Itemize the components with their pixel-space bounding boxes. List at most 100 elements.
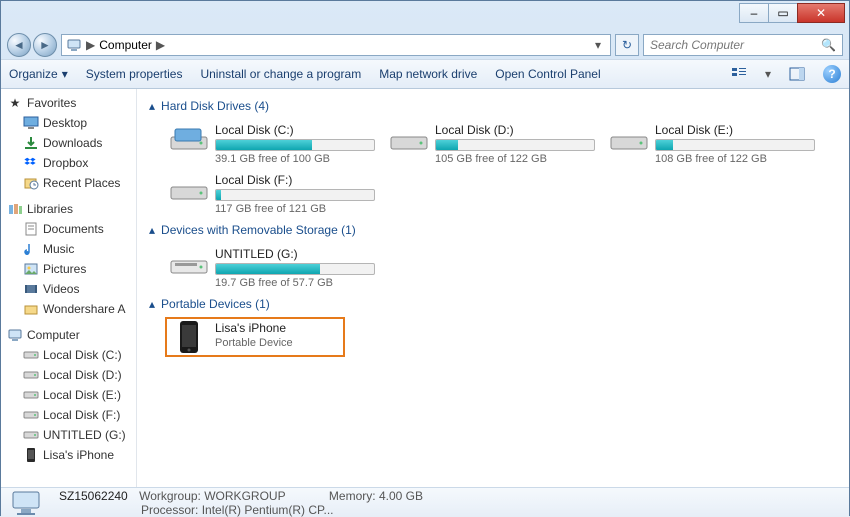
view-options-button[interactable]	[731, 66, 747, 82]
sidebar-item-drive-d[interactable]: Local Disk (D:)	[1, 365, 136, 385]
sidebar-item-documents[interactable]: Documents	[1, 219, 136, 239]
status-details: SZ15062240 Workgroup: WORKGROUP Memory: …	[59, 489, 423, 517]
search-icon: 🔍	[821, 38, 836, 52]
computer-icon	[7, 327, 23, 343]
uninstall-button[interactable]: Uninstall or change a program	[200, 67, 361, 81]
sidebar-item-dropbox[interactable]: Dropbox	[1, 153, 136, 173]
drive-name: Local Disk (F:)	[215, 173, 381, 187]
organize-label: Organize	[9, 67, 58, 81]
drive-free-text: 117 GB free of 121 GB	[215, 203, 381, 215]
map-drive-label: Map network drive	[379, 67, 477, 81]
sidebar-item-drive-g[interactable]: UNTITLED (G:)	[1, 425, 136, 445]
drive-icon	[23, 427, 39, 443]
portable-iphone[interactable]: Lisa's iPhone Portable Device	[165, 317, 345, 357]
computer-name: SZ15062240	[59, 489, 128, 503]
removable-drive-icon	[169, 247, 209, 279]
sidebar-item-label: Desktop	[43, 116, 87, 130]
sidebar-item-computer[interactable]: Computer	[1, 325, 136, 345]
status-bar: SZ15062240 Workgroup: WORKGROUP Memory: …	[1, 487, 849, 517]
music-icon	[23, 241, 39, 257]
sidebar-item-label: Downloads	[43, 136, 102, 150]
drive-e[interactable]: Local Disk (E:) 108 GB free of 122 GB	[605, 119, 825, 169]
pictures-icon	[23, 261, 39, 277]
recent-icon	[23, 175, 39, 191]
hdd-icon	[609, 123, 649, 155]
favorites-header[interactable]: ★ Favorites	[1, 93, 136, 113]
address-bar: ◄ ► ▶ Computer ▶ ▾ ↻ Search Computer 🔍	[1, 31, 849, 59]
libraries-label: Libraries	[27, 202, 73, 216]
drive-info: Local Disk (E:) 108 GB free of 122 GB	[655, 123, 821, 165]
sidebar-item-music[interactable]: Music	[1, 239, 136, 259]
sidebar-item-label: Pictures	[43, 262, 86, 276]
organize-button[interactable]: Organize ▾	[9, 67, 68, 81]
capacity-bar	[215, 263, 375, 275]
sidebar-item-downloads[interactable]: Downloads	[1, 133, 136, 153]
sidebar-item-label: Dropbox	[43, 156, 88, 170]
minimize-icon: –	[751, 6, 758, 20]
device-name: Lisa's iPhone	[215, 321, 341, 335]
preview-pane-button[interactable]	[789, 66, 805, 82]
sidebar-item-pictures[interactable]: Pictures	[1, 259, 136, 279]
sidebar-item-drive-c[interactable]: Local Disk (C:)	[1, 345, 136, 365]
sidebar-item-videos[interactable]: Videos	[1, 279, 136, 299]
map-drive-button[interactable]: Map network drive	[379, 67, 477, 81]
forward-button[interactable]: ►	[33, 33, 57, 57]
breadcrumb[interactable]: ▶ Computer ▶ ▾	[61, 34, 611, 56]
refresh-button[interactable]: ↻	[615, 34, 639, 56]
drive-info: Local Disk (D:) 105 GB free of 122 GB	[435, 123, 601, 165]
desktop-icon	[23, 115, 39, 131]
downloads-icon	[23, 135, 39, 151]
sidebar-item-iphone[interactable]: Lisa's iPhone	[1, 445, 136, 465]
sidebar-item-label: Documents	[43, 222, 104, 236]
sidebar-item-recent[interactable]: Recent Places	[1, 173, 136, 193]
titlebar: – ▭ ✕	[1, 1, 849, 31]
drive-d[interactable]: Local Disk (D:) 105 GB free of 122 GB	[385, 119, 605, 169]
favorites-label: Favorites	[27, 96, 76, 110]
close-icon: ✕	[816, 6, 826, 20]
section-header-label: Hard Disk Drives (4)	[161, 99, 269, 113]
drive-icon	[23, 387, 39, 403]
drive-name: UNTITLED (G:)	[215, 247, 381, 261]
sidebar-item-drive-e[interactable]: Local Disk (E:)	[1, 385, 136, 405]
sidebar-item-label: Videos	[43, 282, 79, 296]
favorites-group: ★ Favorites Desktop Downloads Dropbox Re…	[1, 93, 136, 193]
sidebar-item-label: Local Disk (C:)	[43, 348, 122, 362]
system-properties-button[interactable]: System properties	[86, 67, 183, 81]
sidebar-item-drive-f[interactable]: Local Disk (F:)	[1, 405, 136, 425]
sidebar-item-label: Local Disk (D:)	[43, 368, 122, 382]
section-hdd[interactable]: ▴ Hard Disk Drives (4)	[149, 99, 837, 113]
sidebar-item-wondershare[interactable]: Wondershare A	[1, 299, 136, 319]
portable-grid: Lisa's iPhone Portable Device	[165, 317, 837, 357]
drive-name: Local Disk (C:)	[215, 123, 381, 137]
minimize-button[interactable]: –	[739, 3, 769, 23]
videos-icon	[23, 281, 39, 297]
section-portable[interactable]: ▴ Portable Devices (1)	[149, 297, 837, 311]
sidebar-item-label: Music	[43, 242, 74, 256]
search-input[interactable]: Search Computer 🔍	[643, 34, 843, 56]
caret-collapse-icon: ▴	[149, 223, 155, 237]
breadcrumb-sep-icon: ▶	[152, 38, 169, 52]
control-panel-label: Open Control Panel	[495, 67, 600, 81]
maximize-button[interactable]: ▭	[768, 3, 798, 23]
caret-down-icon: ▾	[62, 67, 68, 81]
sidebar-item-label: Local Disk (F:)	[43, 408, 120, 422]
caret-collapse-icon: ▴	[149, 297, 155, 311]
section-removable[interactable]: ▴ Devices with Removable Storage (1)	[149, 223, 837, 237]
caret-down-icon[interactable]: ▾	[765, 67, 771, 81]
drive-c[interactable]: Local Disk (C:) 39.1 GB free of 100 GB	[165, 119, 385, 169]
memory-label: Memory:	[329, 489, 376, 503]
close-button[interactable]: ✕	[797, 3, 845, 23]
breadcrumb-dropdown[interactable]: ▾	[590, 38, 606, 52]
drive-g[interactable]: UNTITLED (G:) 19.7 GB free of 57.7 GB	[165, 243, 385, 293]
back-button[interactable]: ◄	[7, 33, 31, 57]
computer-icon	[66, 37, 82, 53]
sidebar-item-label: Wondershare A	[43, 302, 126, 316]
help-button[interactable]: ?	[823, 65, 841, 83]
drive-f[interactable]: Local Disk (F:) 117 GB free of 121 GB	[165, 169, 385, 219]
sidebar-item-desktop[interactable]: Desktop	[1, 113, 136, 133]
control-panel-button[interactable]: Open Control Panel	[495, 67, 600, 81]
device-type: Portable Device	[215, 337, 341, 349]
toolbar: Organize ▾ System properties Uninstall o…	[1, 59, 849, 89]
libraries-header[interactable]: Libraries	[1, 199, 136, 219]
breadcrumb-sep-icon: ▶	[82, 38, 99, 52]
